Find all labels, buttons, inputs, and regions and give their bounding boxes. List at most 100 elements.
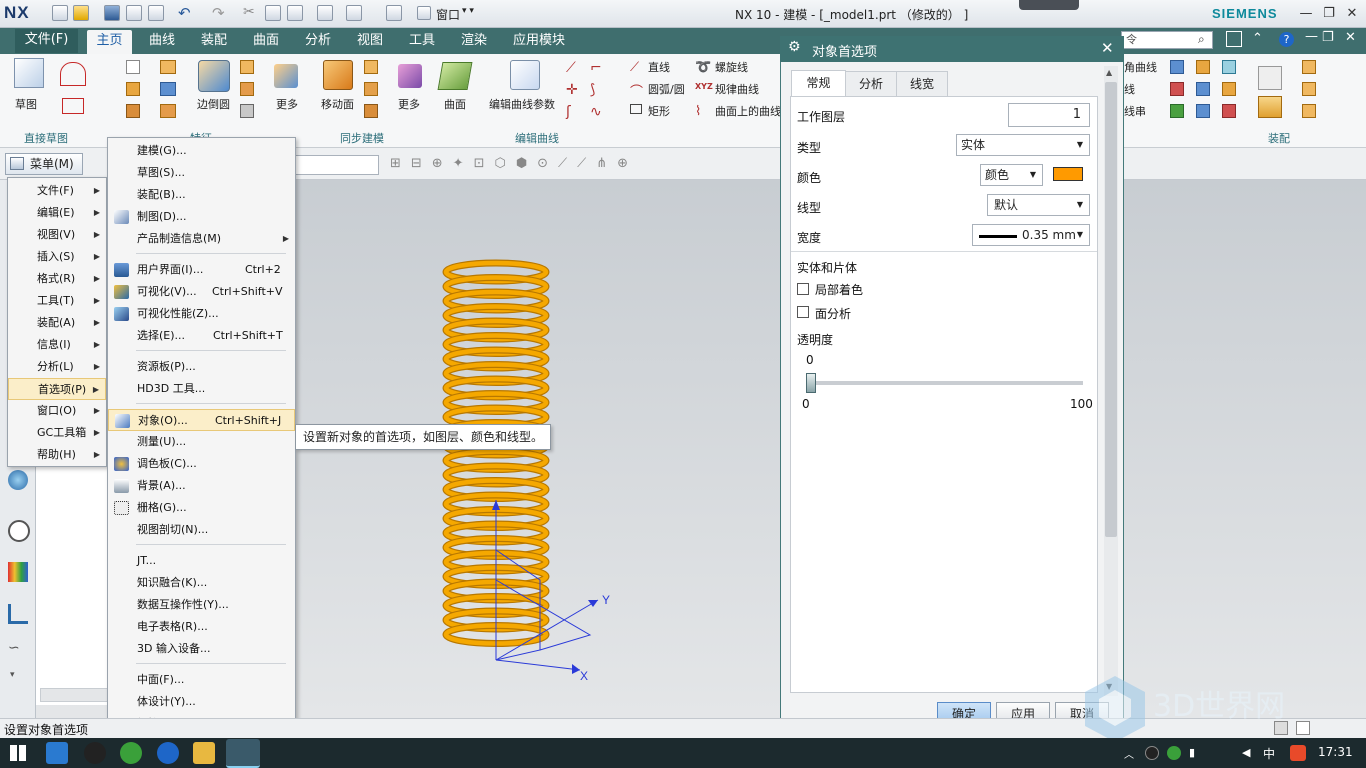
submenu-item-object[interactable]: 对象(O)... Ctrl+Shift+J: [108, 409, 295, 431]
submenu-item-measure[interactable]: 测量(U)...: [108, 431, 295, 453]
submenu-item-visualization-performance[interactable]: 可视化性能(Z)...: [108, 303, 295, 325]
menu-item-insert[interactable]: 插入(S) ▶: [8, 246, 106, 268]
linetype-select[interactable]: 默认 ▼: [987, 194, 1090, 216]
menu-item-help[interactable]: 帮助(H) ▶: [8, 444, 106, 466]
curve-on-surface-icon[interactable]: ⌇: [695, 104, 701, 119]
asm-icon-8[interactable]: [1196, 104, 1210, 118]
tab-render[interactable]: 渲染: [452, 28, 496, 54]
trim-curve-icon[interactable]: ⟋: [566, 60, 576, 76]
assembly-icon[interactable]: [1258, 66, 1282, 90]
scroll-up-icon[interactable]: ▲: [1106, 68, 1112, 77]
hole-icon[interactable]: [126, 104, 140, 118]
submenu-item-resource-bar[interactable]: 资源板(P)...: [108, 356, 295, 378]
submenu-item-user-interface[interactable]: 用户界面(I)... Ctrl+2: [108, 259, 295, 281]
tab-analysis-settings[interactable]: 分析: [845, 71, 897, 98]
edit-curve-params-icon[interactable]: [510, 60, 540, 90]
submenu-item-background[interactable]: 背景(A)...: [108, 475, 295, 497]
surface-icon[interactable]: [437, 62, 473, 90]
submenu-item-selection[interactable]: 选择(E)... Ctrl+Shift+T: [108, 325, 295, 347]
more-features-button[interactable]: 更多: [276, 96, 298, 112]
chevron-down-icon[interactable]: ▾ ▾: [462, 6, 474, 16]
menu-item-window[interactable]: 窗口(O) ▶: [8, 400, 106, 422]
command-finder-icon[interactable]: [346, 5, 362, 21]
surface-button[interactable]: 曲面: [444, 96, 466, 112]
redo-icon[interactable]: ↷: [212, 4, 225, 22]
collapse-ribbon-icon[interactable]: ⌃: [1252, 31, 1263, 46]
file-explorer-icon[interactable]: [193, 742, 215, 764]
tab-application[interactable]: 应用模块: [504, 28, 574, 54]
ime-indicator[interactable]: 中: [1263, 745, 1275, 762]
type-select[interactable]: 实体 ▼: [956, 134, 1090, 156]
move-face-icon[interactable]: [323, 60, 353, 90]
sketch-icon[interactable]: [14, 58, 44, 88]
search-icon[interactable]: ⌕: [1198, 32, 1205, 47]
scroll-down-icon[interactable]: ▾: [10, 670, 15, 680]
restore-icon[interactable]: ❐: [1320, 5, 1338, 23]
edge-blend-button[interactable]: 边倒圆: [197, 96, 230, 112]
qq-icon[interactable]: [84, 742, 106, 764]
tab-home[interactable]: 主页: [87, 30, 132, 54]
transparency-slider[interactable]: [806, 381, 1083, 385]
offset-region-icon[interactable]: [364, 82, 378, 96]
tab-surface[interactable]: 曲面: [244, 28, 288, 54]
submenu-item-sketch[interactable]: 草图(S)...: [108, 162, 295, 184]
extrude-icon[interactable]: [126, 82, 140, 96]
asm-icon-5[interactable]: [1196, 82, 1210, 96]
web-browser-icon[interactable]: [8, 470, 28, 490]
menu-item-preferences[interactable]: 首选项(P) ▶: [8, 378, 106, 400]
menu-item-view[interactable]: 视图(V) ▶: [8, 224, 106, 246]
rectangle-icon[interactable]: [62, 98, 84, 114]
submenu-item-jt[interactable]: JT...: [108, 550, 295, 572]
submenu-item-grid[interactable]: 栅格(G)...: [108, 497, 295, 519]
asm-icon-11[interactable]: [1302, 82, 1316, 96]
rect-button[interactable]: 矩形: [648, 103, 670, 119]
face-analysis-checkbox[interactable]: [797, 306, 809, 318]
menu-item-analysis[interactable]: 分析(L) ▶: [8, 356, 106, 378]
asm-icon-6[interactable]: [1222, 82, 1236, 96]
arc-button[interactable]: 圆弧/圆: [648, 81, 685, 97]
nx-taskbar-icon[interactable]: [226, 739, 260, 768]
window-menu[interactable]: 窗口: [436, 6, 460, 23]
submenu-item-palette[interactable]: 调色板(C)...: [108, 453, 295, 475]
asm-icon-12[interactable]: [1302, 104, 1316, 118]
submenu-item-hd3d-tools[interactable]: HD3D 工具...: [108, 378, 295, 400]
menu-item-information[interactable]: 信息(I) ▶: [8, 334, 106, 356]
helix-icon[interactable]: ➰: [695, 60, 711, 75]
fillet-curve-icon[interactable]: ʃ: [566, 104, 571, 120]
menu-item-assemblies[interactable]: 装配(A) ▶: [8, 312, 106, 334]
paste-icon[interactable]: [287, 5, 303, 21]
tab-line-width[interactable]: 线宽: [896, 71, 948, 98]
shell-icon[interactable]: [240, 82, 254, 96]
print-icon[interactable]: [317, 5, 333, 21]
ribbon-right-item-1[interactable]: 角曲线: [1124, 59, 1157, 75]
ribbon-right-item-3[interactable]: 线串: [1124, 103, 1146, 119]
submenu-item-view-section[interactable]: 视图剖切(N)...: [108, 519, 295, 541]
work-layer-input[interactable]: 1: [1008, 103, 1090, 127]
wechat-icon[interactable]: [120, 742, 142, 764]
tab-tools[interactable]: 工具: [400, 28, 444, 54]
chamfer-icon[interactable]: [240, 60, 254, 74]
draft-icon[interactable]: [240, 104, 254, 118]
subtract-icon[interactable]: [160, 82, 176, 96]
submenu-item-assemblies[interactable]: 装配(B)...: [108, 184, 295, 206]
asm-icon-3[interactable]: [1222, 60, 1236, 74]
doc-minimize-icon[interactable]: —: [1305, 29, 1318, 44]
new-file-icon[interactable]: [52, 5, 68, 21]
more-sync-button[interactable]: 更多: [398, 96, 420, 112]
system-materials-icon[interactable]: ∽: [8, 640, 20, 656]
selection-filter-dropdown[interactable]: [293, 155, 379, 175]
asm-icon-7[interactable]: [1170, 104, 1184, 118]
asm-icon-1[interactable]: [1170, 60, 1184, 74]
smooth-curve-icon[interactable]: ∿: [590, 104, 602, 120]
color-swatch[interactable]: [1053, 167, 1083, 181]
sketch-button[interactable]: 草图: [15, 96, 37, 112]
ribbon-right-item-2[interactable]: 线: [1124, 81, 1135, 97]
tab-curve[interactable]: 曲线: [140, 28, 184, 54]
snap-toolbar-icons[interactable]: ⊞⊟⊕✦⊡⬡⬢⊙⟋⟋⋔⊕: [390, 156, 790, 174]
submenu-item-knowledge-fusion[interactable]: 知识融合(K)...: [108, 572, 295, 594]
save-icon[interactable]: [104, 5, 120, 21]
tab-assembly[interactable]: 装配: [192, 28, 236, 54]
curve-on-surface-button[interactable]: 曲面上的曲线: [715, 103, 781, 119]
partial-shading-checkbox[interactable]: [797, 283, 809, 295]
tab-view[interactable]: 视图: [348, 28, 392, 54]
